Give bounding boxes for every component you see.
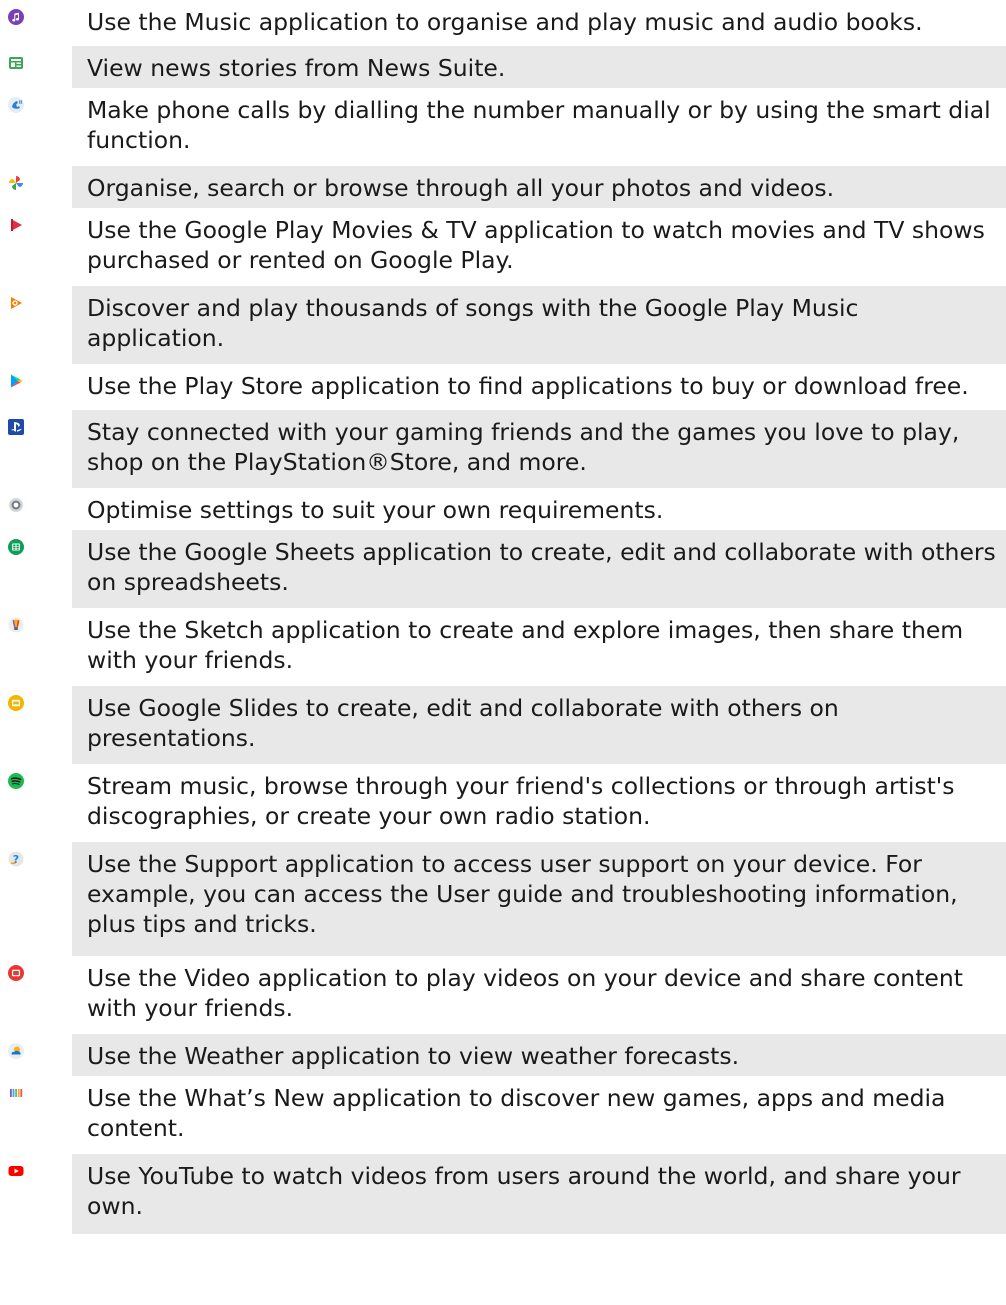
list-item: Make phone calls by dialling the number …	[0, 88, 1006, 166]
list-item: Use the Google Sheets application to cre…	[0, 530, 1006, 608]
app-description: Use the Music application to organise an…	[87, 8, 923, 36]
google-sheets-icon	[8, 539, 24, 555]
app-description: Use the Google Sheets application to cre…	[87, 538, 996, 596]
list-item: Use the Google Play Movies & TV applicat…	[0, 208, 1006, 286]
app-description: Organise, search or browse through all y…	[87, 174, 835, 202]
app-description: Use YouTube to watch videos from users a…	[87, 1162, 961, 1220]
play-music-icon	[8, 295, 24, 311]
list-item: Use the Video application to play videos…	[0, 956, 1006, 1034]
youtube-icon	[8, 1163, 24, 1179]
phone-icon	[8, 97, 24, 113]
video-icon	[8, 965, 24, 981]
app-description: Make phone calls by dialling the number …	[87, 96, 991, 154]
app-description: Use the Sketch application to create and…	[87, 616, 964, 674]
google-slides-icon	[8, 695, 24, 711]
list-item: Optimise settings to suit your own requi…	[0, 488, 1006, 530]
list-item: Use YouTube to watch videos from users a…	[0, 1154, 1006, 1234]
weather-icon	[8, 1043, 24, 1059]
app-description: Discover and play thousands of songs wit…	[87, 294, 859, 352]
app-description: Use the Weather application to view weat…	[87, 1042, 740, 1070]
app-description: Stream music, browse through your friend…	[87, 772, 955, 830]
support-icon: ?	[8, 851, 24, 867]
google-photos-icon	[8, 175, 24, 191]
news-suite-icon	[8, 55, 24, 71]
app-description: Stay connected with your gaming friends …	[87, 418, 960, 476]
spotify-icon	[8, 773, 24, 789]
music-icon	[8, 9, 24, 25]
app-description: Use Google Slides to create, edit and co…	[87, 694, 839, 752]
list-item: View news stories from News Suite.	[0, 46, 1006, 88]
app-description: View news stories from News Suite.	[87, 54, 506, 82]
svg-text:?: ?	[13, 853, 19, 866]
list-item: Use the Weather application to view weat…	[0, 1034, 1006, 1076]
app-description: Use the Play Store application to find a…	[87, 372, 969, 400]
settings-icon	[8, 497, 24, 513]
playstation-icon	[8, 419, 24, 435]
whats-new-icon	[8, 1085, 24, 1101]
list-item: Use the Sketch application to create and…	[0, 608, 1006, 686]
play-movies-icon	[8, 217, 24, 233]
app-description: Optimise settings to suit your own requi…	[87, 496, 664, 524]
app-description: Use the What’s New application to discov…	[87, 1084, 946, 1142]
list-item: Organise, search or browse through all y…	[0, 166, 1006, 208]
list-item: Use Google Slides to create, edit and co…	[0, 686, 1006, 764]
list-item: Use the Music application to organise an…	[0, 0, 1006, 46]
app-description: Use the Google Play Movies & TV applicat…	[87, 216, 985, 274]
play-store-icon	[8, 373, 24, 389]
app-description: Use the Video application to play videos…	[87, 964, 963, 1022]
list-item: Use the Play Store application to find a…	[0, 364, 1006, 410]
list-item: Stay connected with your gaming friends …	[0, 410, 1006, 488]
list-item: Use the What’s New application to discov…	[0, 1076, 1006, 1154]
sketch-icon	[8, 617, 24, 633]
list-item: Stream music, browse through your friend…	[0, 764, 1006, 842]
list-item: Discover and play thousands of songs wit…	[0, 286, 1006, 364]
list-item: ? Use the Support application to access …	[0, 842, 1006, 956]
app-description: Use the Support application to access us…	[87, 850, 958, 938]
